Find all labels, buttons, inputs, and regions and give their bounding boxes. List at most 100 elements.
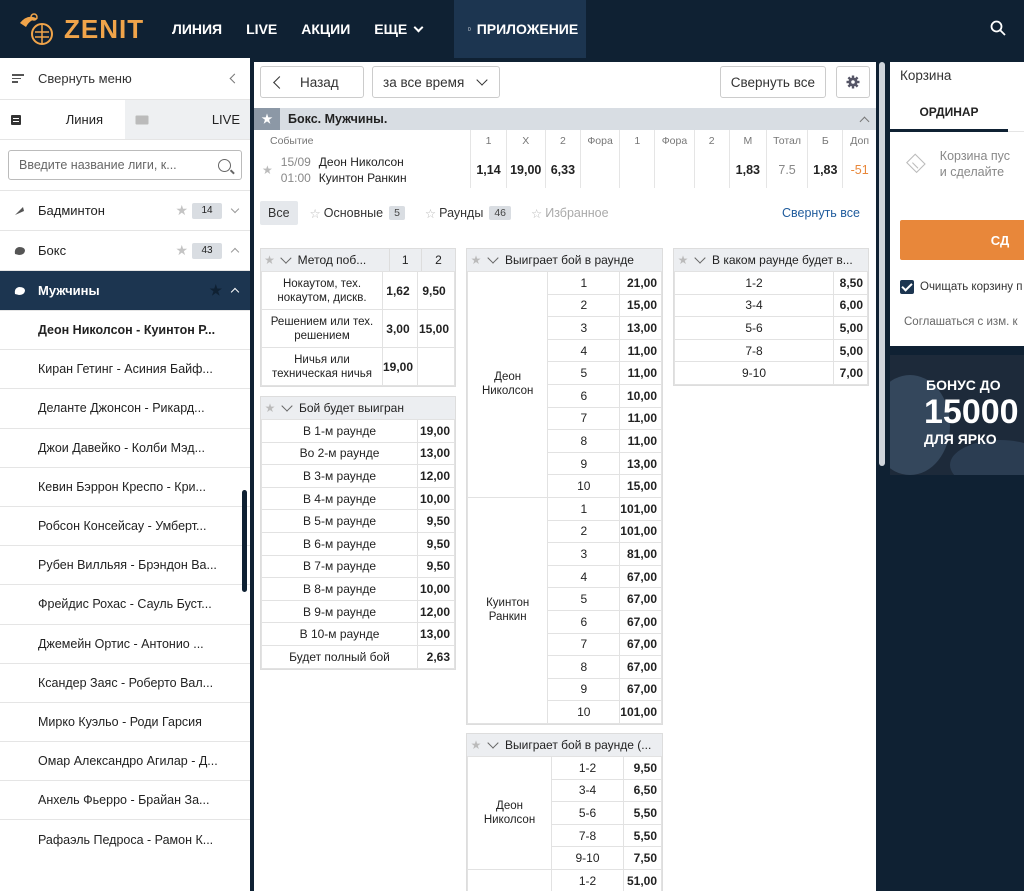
star-icon[interactable]: ★ — [674, 253, 692, 267]
back-button[interactable]: Назад — [260, 66, 364, 98]
clear-cart-checkbox[interactable]: Очищать корзину п — [900, 280, 1024, 294]
odd-under[interactable]: 1,83 — [728, 152, 767, 188]
nav-more[interactable]: ЕЩЕ — [362, 0, 434, 58]
odd[interactable]: 11,00 — [619, 361, 662, 385]
list-item[interactable]: Киран Гетинг - Асиния Байф... — [0, 349, 250, 388]
odd[interactable]: 67,00 — [619, 655, 662, 679]
sidebar-item-men[interactable]: Мужчины ★ — [0, 270, 250, 310]
list-item[interactable]: Фрейдис Рохас - Сауль Буст... — [0, 584, 250, 623]
odd[interactable]: 2,63 — [417, 644, 455, 669]
nav-promo[interactable]: АКЦИИ — [289, 0, 362, 58]
search-icon[interactable] — [990, 20, 1006, 36]
star-icon[interactable]: ★ — [261, 253, 278, 267]
sidebar-scrollbar[interactable] — [242, 490, 247, 592]
odd[interactable]: 19,00 — [381, 347, 419, 386]
odd[interactable]: 15,00 — [417, 309, 455, 348]
list-item[interactable]: Деланте Джонсон - Рикард... — [0, 388, 250, 427]
sidebar-item-badminton[interactable]: Бадминтон ★ 14 — [0, 190, 250, 230]
filter-rounds[interactable]: ☆ Раунды 46 — [417, 201, 519, 225]
odd[interactable]: 51,00 — [623, 868, 662, 891]
odd[interactable]: 13,00 — [619, 451, 662, 476]
star-icon[interactable]: ★ — [262, 163, 273, 177]
odd[interactable]: 5,50 — [623, 801, 662, 825]
star-icon[interactable]: ★ — [467, 253, 485, 267]
list-item[interactable]: Рубен Вилльяя - Брэндон Ва... — [0, 545, 250, 584]
odd[interactable]: 9,50 — [417, 509, 455, 533]
odd[interactable]: 67,00 — [619, 632, 662, 657]
list-item[interactable]: Кевин Бэррон Креспо - Кри... — [0, 466, 250, 506]
tab-live[interactable]: LIVE — [125, 100, 250, 139]
odd[interactable]: 1,62 — [381, 271, 419, 310]
promo-banner[interactable]: БОНУС ДО 15000 ДЛЯ ЯРКО — [890, 355, 1024, 475]
odd[interactable]: 15,00 — [619, 474, 662, 498]
odd[interactable]: 3,00 — [381, 309, 419, 348]
list-item[interactable]: Джои Давейко - Колби Мэд... — [0, 427, 250, 467]
odd[interactable]: 10,00 — [417, 577, 455, 601]
odd[interactable]: 11,00 — [619, 429, 662, 453]
odd[interactable]: 7,50 — [623, 846, 662, 870]
collapse-markets-link[interactable]: Свернуть все — [782, 206, 870, 220]
list-item[interactable]: Омар Александро Агилар - Д... — [0, 741, 250, 780]
list-item[interactable]: Ксандер Заяс - Роберто Вал... — [0, 662, 250, 702]
place-bet-button[interactable]: СД — [900, 220, 1024, 260]
nav-app[interactable]: ПРИЛОЖЕНИЕ — [454, 0, 587, 58]
filter-main[interactable]: ☆ Основные 5 — [302, 201, 413, 225]
odd[interactable]: 9,50 — [417, 554, 455, 579]
tab-line[interactable]: Линия — [0, 100, 125, 139]
league-search-input[interactable]: Введите название лиги, к... — [8, 150, 242, 180]
market-header[interactable]: ★ Метод поб... 1 2 — [261, 249, 455, 271]
market-header[interactable]: ★ Выиграет бой в раунде (... — [467, 734, 662, 756]
odd-1[interactable]: 1,14 — [470, 152, 507, 188]
odd[interactable]: 9,50 — [417, 271, 455, 310]
odd[interactable]: 9,50 — [417, 531, 455, 556]
collapse-all-button[interactable]: Свернуть все — [719, 66, 826, 98]
odd-over[interactable]: 1,83 — [807, 152, 843, 188]
odd[interactable]: 5,00 — [833, 338, 868, 363]
odd[interactable]: 5,50 — [623, 823, 662, 848]
odd[interactable]: 11,00 — [619, 338, 662, 363]
odd[interactable]: 67,00 — [619, 564, 662, 589]
settings-button[interactable] — [836, 66, 870, 98]
list-item[interactable]: Рафаэль Педроса - Рамон К... — [0, 819, 250, 858]
star-icon[interactable]: ★ — [175, 242, 188, 259]
odd[interactable]: 19,00 — [417, 419, 455, 443]
odd[interactable]: 10,00 — [417, 486, 455, 511]
odd[interactable]: 21,00 — [619, 271, 662, 295]
odd-x[interactable]: 19,00 — [505, 152, 546, 188]
odd[interactable]: 6,00 — [833, 293, 868, 318]
star-icon[interactable]: ★ — [261, 401, 279, 415]
market-header[interactable]: ★ Выиграет бой в раунде — [467, 249, 662, 271]
sidebar-item-boxing[interactable]: Бокс ★ 43 — [0, 230, 250, 270]
nav-live[interactable]: LIVE — [234, 0, 289, 58]
logo[interactable]: ZENIT — [0, 9, 160, 49]
odd[interactable]: 15,00 — [619, 293, 662, 318]
more-markets-link[interactable]: -51 — [842, 152, 876, 188]
main-scrollbar[interactable] — [879, 62, 885, 466]
odd[interactable]: 101,00 — [619, 700, 662, 724]
market-header[interactable]: ★ В каком раунде будет в... — [674, 249, 868, 271]
nav-line[interactable]: ЛИНИЯ — [160, 0, 234, 58]
odd[interactable]: 13,00 — [619, 316, 662, 340]
market-header[interactable]: ★ Бой будет выигран — [261, 397, 455, 419]
odd[interactable]: 11,00 — [619, 406, 662, 431]
star-icon[interactable]: ★ — [254, 108, 280, 130]
odd[interactable]: 101,00 — [619, 519, 662, 544]
odd[interactable]: 101,00 — [619, 496, 662, 521]
odd[interactable]: 67,00 — [619, 677, 662, 702]
odd[interactable]: 7,00 — [833, 361, 868, 385]
odd[interactable]: 8,50 — [833, 271, 868, 295]
period-select[interactable]: за все время — [372, 66, 500, 98]
list-item[interactable]: Робсон Консейсау - Умберт... — [0, 505, 250, 545]
odd[interactable]: 10,00 — [619, 383, 662, 408]
list-item[interactable]: Деон Николсон - Куинтон Р... — [0, 310, 250, 349]
accept-odds-change[interactable]: Соглашаться с изм. к — [904, 316, 1024, 328]
odd[interactable]: 9,50 — [623, 756, 662, 780]
odd-2[interactable]: 6,33 — [544, 152, 581, 188]
odd[interactable]: 6,50 — [623, 778, 662, 803]
event-cell[interactable]: ★ 15/09 01:00 Деон Николсон Куинтон Ранкин — [254, 152, 471, 188]
odd[interactable]: 67,00 — [619, 587, 662, 611]
collapse-group-button[interactable] — [852, 108, 876, 130]
star-icon[interactable]: ★ — [467, 738, 485, 752]
list-item[interactable]: Анхель Фьерро - Брайан За... — [0, 780, 250, 819]
collapse-menu-button[interactable]: Свернуть меню — [0, 58, 250, 100]
